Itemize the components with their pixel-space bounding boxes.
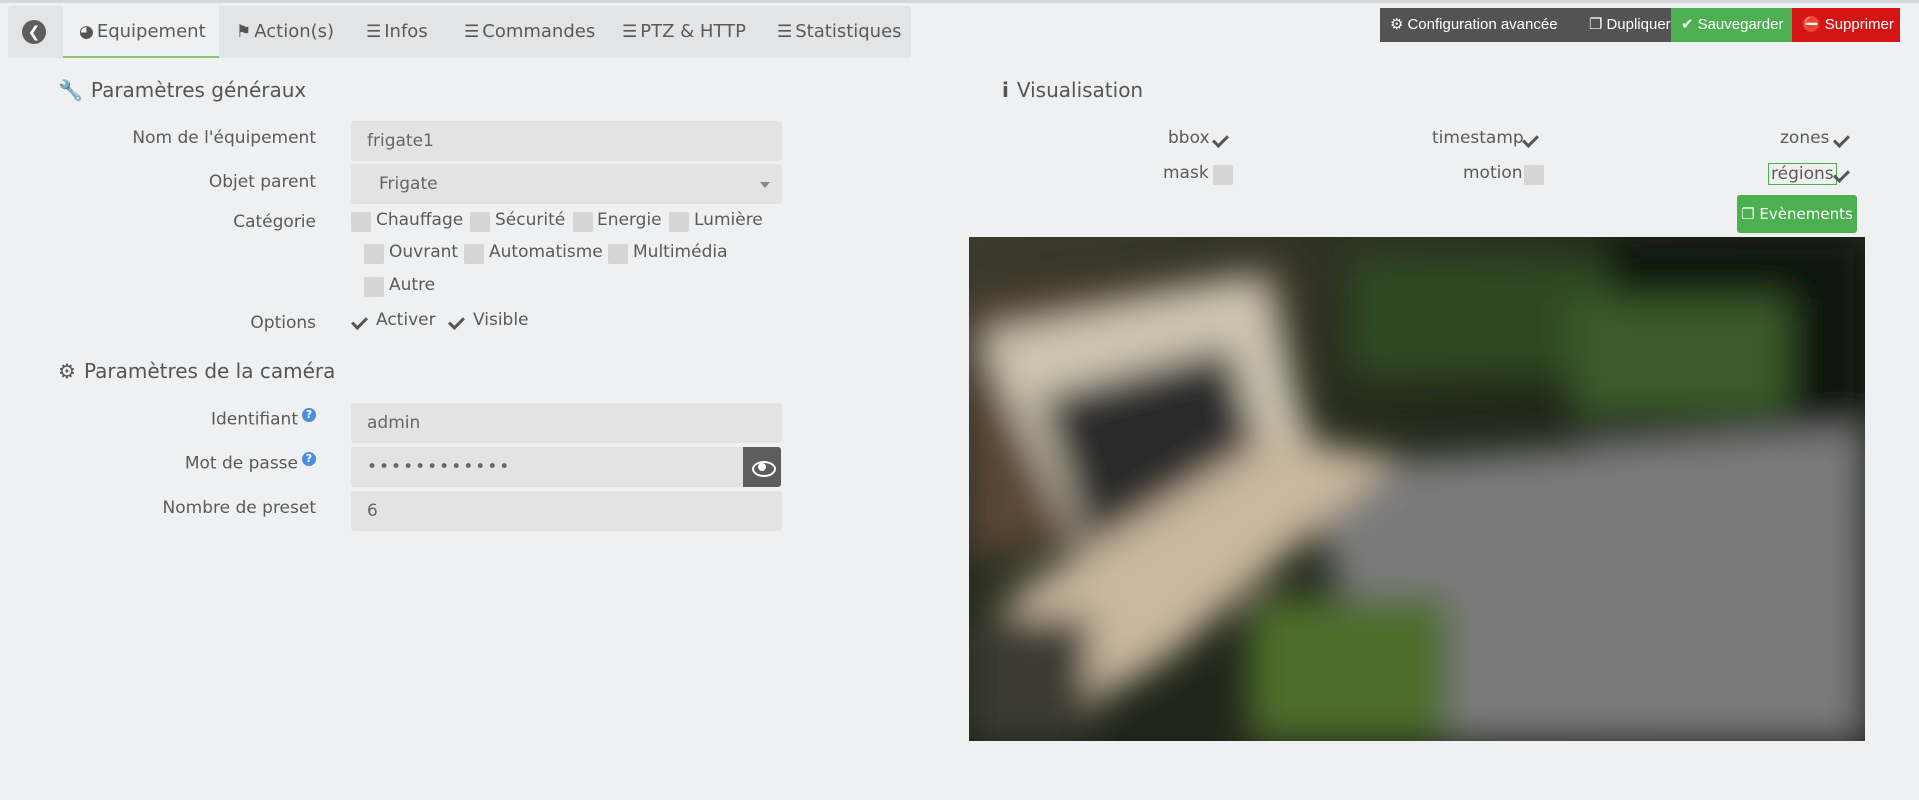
list-icon: ☰ xyxy=(366,22,382,42)
category-checkbox-multimedia[interactable] xyxy=(608,244,628,264)
camera-params-title: ⚙ Paramètres de la caméra xyxy=(58,359,336,383)
category-checkbox-securite[interactable] xyxy=(470,212,490,232)
tab-actions[interactable]: ⚑ Action(s) xyxy=(236,6,334,58)
bbox-checkbox[interactable] xyxy=(1212,130,1232,150)
timestamp-checkbox[interactable] xyxy=(1522,130,1542,150)
password-label: Mot de passe? xyxy=(100,452,316,474)
tachometer-icon: ◕ xyxy=(79,22,94,42)
visualisation-title: i Visualisation xyxy=(1002,78,1144,102)
parent-select[interactable]: Frigate xyxy=(351,164,782,204)
options-label: Options xyxy=(250,313,316,333)
mask-label: mask xyxy=(1163,163,1209,183)
flag-icon: ⚑ xyxy=(236,22,252,42)
category-label-multimedia: Multimédia xyxy=(633,242,728,262)
identifier-label: Identifiant? xyxy=(100,408,316,430)
cogs-icon: ⚙ xyxy=(58,359,76,383)
camera-snapshot xyxy=(969,237,1865,741)
bbox-label: bbox xyxy=(1168,128,1210,148)
tab-commandes[interactable]: ☰ Commandes xyxy=(464,6,595,58)
tab-statistiques[interactable]: ☰ Statistiques xyxy=(777,6,902,58)
category-label-securite: Sécurité xyxy=(495,210,566,230)
minus-circle-icon: ⛔ xyxy=(1802,16,1821,33)
camera-image xyxy=(969,237,1865,741)
category-checkbox-lumiere[interactable] xyxy=(669,212,689,232)
check-circle-icon: ✔ xyxy=(1681,16,1694,33)
events-icon: ❐ xyxy=(1741,205,1755,223)
zones-checkbox[interactable] xyxy=(1833,130,1853,150)
back-arrow-icon[interactable]: ❮ xyxy=(22,20,46,44)
tab-equipement[interactable]: ◕ Equipement xyxy=(63,6,219,58)
category-checkbox-automatisme[interactable] xyxy=(464,244,484,264)
eye-icon[interactable] xyxy=(743,447,781,487)
tab-infos[interactable]: ☰ Infos xyxy=(366,6,428,58)
category-checkbox-ouvrant[interactable] xyxy=(364,244,384,264)
category-label: Catégorie xyxy=(233,212,316,232)
save-button[interactable]: ✔ Sauvegarder xyxy=(1671,8,1792,42)
name-field[interactable]: frigate1 xyxy=(351,121,782,161)
category-label-lumiere: Lumière xyxy=(694,210,763,230)
category-label-autre: Autre xyxy=(389,275,436,295)
general-params-title: 🔧 Paramètres généraux xyxy=(58,78,307,102)
info-icon: i xyxy=(1002,78,1009,102)
visible-checkbox[interactable] xyxy=(448,312,468,332)
identifier-field[interactable]: admin xyxy=(351,403,782,443)
category-label-ouvrant: Ouvrant xyxy=(389,242,459,262)
copy-icon: ❐ xyxy=(1589,16,1603,33)
zones-label: zones xyxy=(1780,128,1830,148)
list-icon: ☰ xyxy=(464,22,480,42)
preset-label: Nombre de preset xyxy=(162,498,316,518)
help-icon[interactable]: ? xyxy=(302,408,316,422)
list-icon: ☰ xyxy=(777,22,793,42)
events-button[interactable]: ❐ Evènements xyxy=(1737,195,1857,233)
category-label-chauffage: Chauffage xyxy=(376,210,464,230)
list-icon: ☰ xyxy=(622,22,638,42)
category-checkbox-autre[interactable] xyxy=(364,277,384,297)
category-label-energie: Energie xyxy=(597,210,662,230)
preset-field[interactable]: 6 xyxy=(351,491,782,531)
mask-checkbox[interactable] xyxy=(1213,165,1233,185)
timestamp-label: timestamp xyxy=(1432,128,1524,148)
cogs-icon: ⚙ xyxy=(1390,16,1404,33)
regions-checkbox[interactable] xyxy=(1833,165,1853,185)
visible-label: Visible xyxy=(473,310,529,330)
password-field[interactable]: •••••••••••• xyxy=(351,447,744,487)
top-border xyxy=(0,0,1919,3)
wrench-icon: 🔧 xyxy=(58,78,83,102)
motion-checkbox[interactable] xyxy=(1524,165,1544,185)
regions-label: régions xyxy=(1768,163,1837,185)
delete-button[interactable]: ⛔ Supprimer xyxy=(1792,8,1900,42)
motion-label: motion xyxy=(1463,163,1523,183)
help-icon[interactable]: ? xyxy=(302,452,316,466)
category-checkbox-chauffage[interactable] xyxy=(351,212,371,232)
category-checkbox-energie[interactable] xyxy=(573,212,593,232)
category-label-automatisme: Automatisme xyxy=(489,242,603,262)
tab-bar: ❮ ◕ Equipement ⚑ Action(s) ☰ Infos ☰ Command… xyxy=(8,6,911,58)
tab-ptz-http[interactable]: ☰ PTZ & HTTP xyxy=(622,6,746,58)
name-label: Nom de l'équipement xyxy=(132,128,316,148)
enable-checkbox[interactable] xyxy=(351,312,371,332)
chevron-down-icon xyxy=(760,182,770,188)
advanced-config-button[interactable]: ⚙ Configuration avancée xyxy=(1380,8,1579,42)
duplicate-button[interactable]: ❐ Dupliquer xyxy=(1579,8,1671,42)
parent-label: Objet parent xyxy=(208,172,316,192)
enable-label: Activer xyxy=(376,310,436,330)
